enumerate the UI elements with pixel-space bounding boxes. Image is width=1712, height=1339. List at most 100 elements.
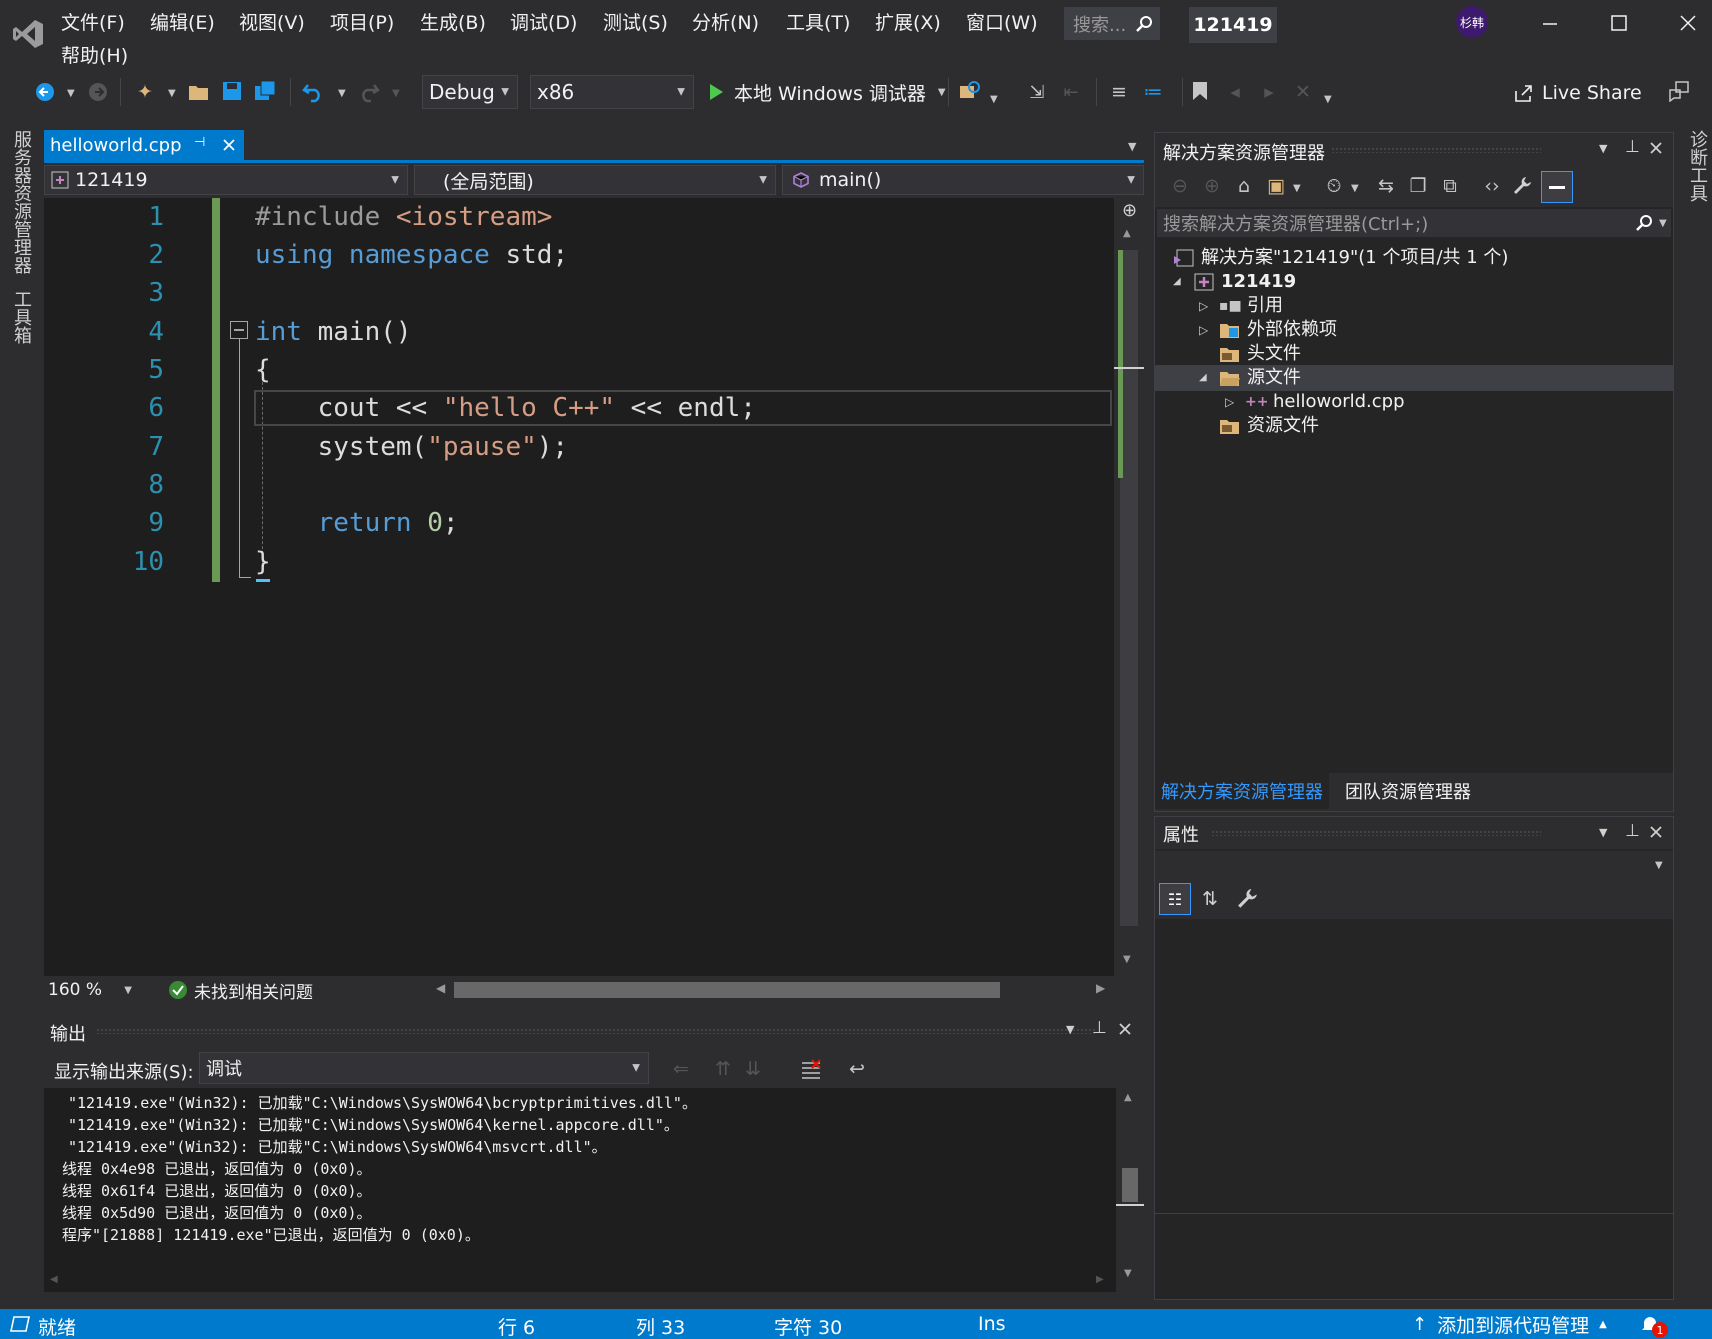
scroll-right-icon[interactable]: ▶ bbox=[1096, 981, 1105, 995]
open-folder-icon[interactable] bbox=[188, 82, 210, 102]
collapse-region-icon[interactable] bbox=[230, 321, 248, 339]
feedback-icon[interactable] bbox=[1668, 80, 1690, 102]
alphabetical-icon[interactable]: ⇅ bbox=[1197, 886, 1223, 912]
toolbox-tab[interactable]: 工具箱 bbox=[8, 290, 34, 344]
panel-dropdown-icon[interactable]: ▼ bbox=[1599, 826, 1607, 839]
step-over-icon[interactable]: ⇤ bbox=[1058, 79, 1084, 105]
menu-build[interactable]: 生成(B) bbox=[420, 8, 486, 35]
project-nav-select[interactable]: 121419 ▼ bbox=[44, 165, 408, 195]
tree-item-headers[interactable]: 头文件 bbox=[1219, 341, 1301, 367]
tree-item-sources[interactable]: ◢ 源文件 bbox=[1199, 365, 1301, 391]
maximize-icon[interactable] bbox=[1609, 13, 1629, 33]
panel-close-icon[interactable] bbox=[1118, 1022, 1132, 1036]
menu-analyze[interactable]: 分析(N) bbox=[692, 8, 759, 35]
solution-search-box[interactable]: 搜索解决方案资源管理器(Ctrl+;) ▼ bbox=[1157, 209, 1671, 237]
server-explorer-tab[interactable]: 服务器资源管理器 bbox=[8, 130, 34, 274]
collapsed-arrow-icon[interactable]: ▷ bbox=[1199, 293, 1213, 319]
bookmark-icon[interactable] bbox=[1192, 81, 1208, 101]
editor-tab-helloworld[interactable]: helloworld.cpp ⊣ bbox=[44, 130, 244, 160]
menu-project[interactable]: 项目(P) bbox=[330, 8, 394, 35]
find-message-icon[interactable]: ⇐ bbox=[668, 1056, 694, 1082]
scroll-down-icon[interactable]: ▼ bbox=[1123, 954, 1131, 965]
tree-item-project[interactable]: ◢ 121419 bbox=[1173, 269, 1296, 295]
status-insert-mode[interactable]: Ins bbox=[978, 1313, 1006, 1335]
navigate-back-dropdown-icon[interactable]: ▼ bbox=[67, 88, 75, 99]
notifications-button[interactable]: 1 bbox=[1640, 1312, 1670, 1338]
split-editor-icon[interactable]: ⊕ bbox=[1122, 200, 1137, 221]
editor-scrollbar-track[interactable]: ⊕ ▲ ▼ bbox=[1114, 198, 1144, 976]
previous-message-icon[interactable]: ⇈ bbox=[710, 1056, 736, 1082]
panel-pin-icon[interactable]: ⊥ bbox=[1625, 137, 1640, 157]
global-search[interactable]: 搜索... bbox=[1064, 7, 1160, 40]
output-scroll-right-icon[interactable]: ▶ bbox=[1096, 1274, 1104, 1285]
show-all-files-icon[interactable]: ⧉ bbox=[1437, 173, 1463, 199]
previous-bookmark-icon[interactable]: ◂ bbox=[1222, 79, 1248, 105]
diagnostic-tools-tab[interactable]: 诊断工具 bbox=[1684, 130, 1710, 202]
clear-bookmarks-icon[interactable]: ✕ bbox=[1290, 79, 1316, 105]
pending-changes-icon[interactable]: ⏲ bbox=[1321, 173, 1347, 199]
tab-solution-explorer[interactable]: 解决方案资源管理器 bbox=[1155, 773, 1329, 809]
tree-item-references[interactable]: ▷ ▪■ 引用 bbox=[1199, 293, 1283, 319]
tree-item-external-deps[interactable]: ▷ 外部依赖项 bbox=[1199, 317, 1337, 343]
tree-item-source-file[interactable]: ▷ ++ helloworld.cpp bbox=[1225, 389, 1405, 415]
expanded-arrow-icon[interactable]: ◢ bbox=[1199, 365, 1213, 391]
next-message-icon[interactable]: ⇊ bbox=[740, 1056, 766, 1082]
undo-icon[interactable] bbox=[302, 81, 324, 103]
word-wrap-icon[interactable]: ↩ bbox=[844, 1056, 870, 1082]
menu-window[interactable]: 窗口(W) bbox=[966, 8, 1038, 35]
minimize-icon[interactable] bbox=[1540, 14, 1560, 34]
menu-edit[interactable]: 编辑(E) bbox=[150, 8, 215, 35]
expanded-arrow-icon[interactable]: ◢ bbox=[1173, 269, 1187, 295]
pending-changes-dropdown-icon[interactable]: ▼ bbox=[1351, 183, 1359, 194]
zoom-select[interactable]: 160 % ▼ bbox=[44, 976, 132, 1004]
save-icon[interactable] bbox=[222, 81, 242, 101]
forward-icon[interactable]: ⊕ bbox=[1199, 173, 1225, 199]
member-nav-select[interactable]: main() ▼ bbox=[782, 165, 1144, 195]
tree-item-resources[interactable]: 资源文件 bbox=[1219, 413, 1319, 439]
navigate-back-icon[interactable] bbox=[35, 82, 55, 102]
comment-lines-icon[interactable]: ≡ bbox=[1106, 79, 1132, 105]
switch-views-dropdown-icon[interactable]: ▼ bbox=[1293, 183, 1301, 194]
redo-icon[interactable] bbox=[358, 81, 380, 103]
close-tab-icon[interactable] bbox=[222, 138, 236, 152]
new-project-dropdown-icon[interactable]: ▼ bbox=[168, 88, 176, 99]
start-debugging-button[interactable]: 本地 Windows 调试器 ▼ bbox=[708, 75, 946, 109]
scroll-down-icon[interactable]: ▼ bbox=[1124, 1268, 1132, 1279]
output-scroll-left-icon[interactable]: ◀ bbox=[50, 1274, 58, 1285]
properties-object-select[interactable]: ▼ bbox=[1155, 851, 1673, 879]
close-window-icon[interactable] bbox=[1678, 13, 1698, 33]
panel-close-icon[interactable] bbox=[1649, 825, 1663, 839]
issues-indicator[interactable]: 未找到相关问题 bbox=[168, 978, 313, 1003]
categorized-button[interactable]: ☷ bbox=[1159, 883, 1191, 915]
menu-tools[interactable]: 工具(T) bbox=[786, 8, 850, 35]
pin-icon[interactable]: ⊣ bbox=[194, 135, 205, 150]
panel-dropdown-icon[interactable]: ▼ bbox=[1066, 1023, 1074, 1036]
next-bookmark-icon[interactable]: ▸ bbox=[1256, 79, 1282, 105]
collapsed-arrow-icon[interactable]: ▷ bbox=[1199, 317, 1213, 343]
find-in-files-icon[interactable] bbox=[958, 80, 982, 102]
save-all-icon[interactable] bbox=[254, 80, 276, 102]
horizontal-scrollbar-thumb[interactable] bbox=[454, 982, 1000, 998]
search-options-icon[interactable]: ▼ bbox=[1659, 218, 1667, 229]
menu-debug[interactable]: 调试(D) bbox=[510, 8, 577, 35]
toolbar-options-icon[interactable]: ▼ bbox=[1324, 94, 1332, 105]
view-code-icon[interactable]: ‹› bbox=[1479, 173, 1505, 199]
preview-selected-items-button[interactable] bbox=[1541, 171, 1573, 203]
uncomment-lines-icon[interactable]: ≔ bbox=[1140, 79, 1166, 105]
properties-wrench-icon[interactable] bbox=[1513, 177, 1533, 197]
platform-select[interactable]: x86 ▼ bbox=[530, 75, 694, 109]
clear-all-icon[interactable] bbox=[800, 1058, 822, 1080]
menu-view[interactable]: 视图(V) bbox=[239, 8, 305, 35]
tree-item-solution[interactable]: 解决方案"121419"(1 个项目/共 1 个) bbox=[1173, 245, 1508, 271]
undo-dropdown-icon[interactable]: ▼ bbox=[338, 88, 346, 99]
property-pages-wrench-icon[interactable] bbox=[1237, 889, 1259, 911]
back-icon[interactable]: ⊖ bbox=[1167, 173, 1193, 199]
output-scrollbar-thumb[interactable] bbox=[1122, 1168, 1138, 1202]
menu-extensions[interactable]: 扩展(X) bbox=[875, 8, 941, 35]
scroll-left-icon[interactable]: ◀ bbox=[436, 981, 445, 995]
sync-icon[interactable]: ⇆ bbox=[1373, 173, 1399, 199]
new-project-icon[interactable]: ✦ bbox=[132, 79, 158, 105]
search-icon[interactable] bbox=[1635, 214, 1653, 232]
output-vertical-scrollbar[interactable]: ▲ ▼ bbox=[1116, 1088, 1144, 1292]
tab-list-dropdown-icon[interactable]: ▼ bbox=[1128, 140, 1136, 153]
